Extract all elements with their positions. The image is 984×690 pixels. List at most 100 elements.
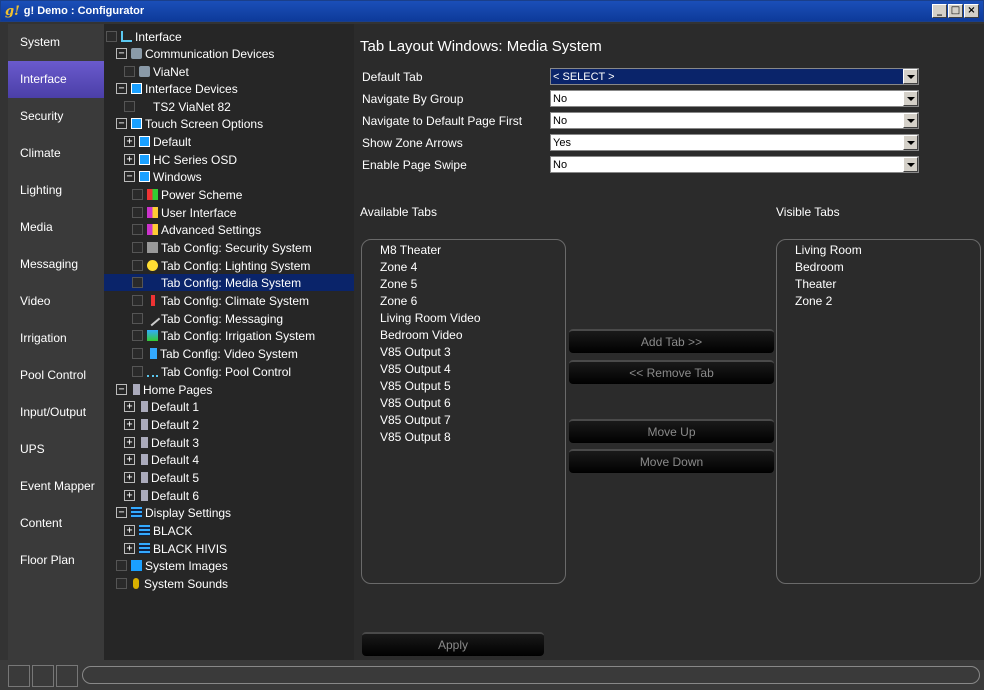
expand-icon[interactable]: + [124, 419, 135, 430]
collapse-icon[interactable]: − [116, 384, 127, 395]
chevron-down-icon[interactable] [903, 135, 918, 150]
tree-node[interactable]: System Images [116, 557, 228, 574]
nav-item-pool-control[interactable]: Pool Control [8, 357, 104, 394]
tree-node[interactable]: + Default 1 [124, 398, 199, 415]
move-up-button[interactable]: Move Up [569, 419, 774, 443]
checkbox[interactable] [132, 348, 143, 359]
navigate-default-page-select[interactable]: No [550, 112, 919, 129]
tree-node[interactable]: Tab Config: Video System [132, 345, 298, 362]
nav-item-content[interactable]: Content [8, 505, 104, 542]
enable-page-swipe-select[interactable]: No [550, 156, 919, 173]
close-button[interactable]: × [964, 4, 979, 18]
move-down-button[interactable]: Move Down [569, 449, 774, 473]
tree-node[interactable]: − Home Pages [116, 381, 212, 398]
remove-tab-button[interactable]: << Remove Tab [569, 360, 774, 384]
nav-item-interface[interactable]: Interface [8, 61, 104, 98]
tree-node[interactable]: + HC Series OSD [124, 151, 237, 168]
checkbox[interactable] [132, 366, 143, 377]
tree-node[interactable]: Interface [106, 28, 182, 45]
nav-item-messaging[interactable]: Messaging [8, 246, 104, 283]
nav-item-system[interactable]: System [8, 24, 104, 61]
list-item[interactable]: V85 Output 5 [362, 378, 565, 395]
checkbox[interactable] [106, 31, 117, 42]
tree-node[interactable]: + BLACK [124, 522, 192, 539]
tree-node[interactable]: + Default 6 [124, 487, 199, 504]
chevron-down-icon[interactable] [903, 157, 918, 172]
tree-node[interactable]: + Default 5 [124, 469, 199, 486]
nav-item-lighting[interactable]: Lighting [8, 172, 104, 209]
checkbox[interactable] [116, 578, 127, 589]
tree-node[interactable]: Tab Config: Security System [132, 239, 312, 256]
tree-node[interactable]: + Default 3 [124, 434, 199, 451]
list-item[interactable]: Zone 4 [362, 259, 565, 276]
tree-node[interactable]: Tab Config: Climate System [132, 292, 309, 309]
checkbox[interactable] [132, 224, 143, 235]
list-item[interactable]: Living Room Video [362, 310, 565, 327]
tree-node[interactable]: Tab Config: Pool Control [132, 363, 291, 380]
list-item[interactable]: Bedroom Video [362, 327, 565, 344]
apply-button[interactable]: Apply [362, 632, 544, 656]
expand-icon[interactable]: + [124, 136, 135, 147]
list-item[interactable]: V85 Output 7 [362, 412, 565, 429]
tree-node[interactable]: + Default 4 [124, 451, 199, 468]
tree-node[interactable]: ViaNet [124, 63, 189, 80]
list-item[interactable]: V85 Output 6 [362, 395, 565, 412]
expand-icon[interactable]: + [124, 472, 135, 483]
tree-node[interactable]: User Interface [132, 204, 236, 221]
tree-node[interactable]: Tab Config: Lighting System [132, 257, 310, 274]
nav-item-floor-plan[interactable]: Floor Plan [8, 542, 104, 579]
checkbox[interactable] [132, 277, 143, 288]
checkbox[interactable] [132, 260, 143, 271]
show-zone-arrows-select[interactable]: Yes [550, 134, 919, 151]
checkbox[interactable] [132, 189, 143, 200]
visible-tabs-list[interactable]: Living Room Bedroom Theater Zone 2 [776, 239, 981, 584]
tree-node[interactable]: TS2 ViaNet 82 [124, 98, 231, 115]
expand-icon[interactable]: + [124, 454, 135, 465]
checkbox[interactable] [124, 101, 135, 112]
collapse-icon[interactable]: − [124, 171, 135, 182]
list-item[interactable]: Living Room [777, 242, 980, 259]
checkbox[interactable] [132, 207, 143, 218]
tree-node[interactable]: − Display Settings [116, 504, 231, 521]
collapse-icon[interactable]: − [116, 507, 127, 518]
checkbox[interactable] [124, 66, 135, 77]
nav-item-ups[interactable]: UPS [8, 431, 104, 468]
expand-icon[interactable]: + [124, 154, 135, 165]
available-tabs-list[interactable]: M8 Theater Zone 4 Zone 5 Zone 6 Living R… [361, 239, 566, 584]
tree-node[interactable]: − Touch Screen Options [116, 115, 263, 132]
collapse-icon[interactable]: − [116, 83, 127, 94]
nav-item-video[interactable]: Video [8, 283, 104, 320]
chevron-down-icon[interactable] [903, 69, 918, 84]
expand-icon[interactable]: + [124, 437, 135, 448]
list-item[interactable]: V85 Output 3 [362, 344, 565, 361]
nav-item-event-mapper[interactable]: Event Mapper [8, 468, 104, 505]
tree-node[interactable]: − Windows [124, 168, 202, 185]
nav-item-irrigation[interactable]: Irrigation [8, 320, 104, 357]
tree-node[interactable]: Tab Config: Irrigation System [132, 327, 315, 344]
tree-node[interactable]: Tab Config: Messaging [132, 310, 283, 327]
collapse-icon[interactable]: − [116, 118, 127, 129]
tree-node[interactable]: System Sounds [116, 575, 228, 592]
chevron-down-icon[interactable] [903, 91, 918, 106]
tree-node[interactable]: + BLACK HIVIS [124, 540, 227, 557]
checkbox[interactable] [132, 295, 143, 306]
expand-icon[interactable]: + [124, 525, 135, 536]
minimize-button[interactable]: _ [932, 4, 947, 18]
checkbox[interactable] [132, 330, 143, 341]
nav-item-climate[interactable]: Climate [8, 135, 104, 172]
maximize-button[interactable]: □ [948, 4, 963, 18]
list-item[interactable]: M8 Theater [362, 242, 565, 259]
navigate-by-group-select[interactable]: No [550, 90, 919, 107]
list-item[interactable]: V85 Output 4 [362, 361, 565, 378]
list-item[interactable]: Bedroom [777, 259, 980, 276]
list-item[interactable]: V85 Output 8 [362, 429, 565, 446]
nav-item-security[interactable]: Security [8, 98, 104, 135]
list-item[interactable]: Zone 6 [362, 293, 565, 310]
tree-node[interactable]: Power Scheme [132, 186, 242, 203]
tree-node-selected[interactable]: Tab Config: Media System [104, 274, 354, 291]
tree-node[interactable]: Advanced Settings [132, 221, 261, 238]
nav-item-media[interactable]: Media [8, 209, 104, 246]
list-item[interactable]: Theater [777, 276, 980, 293]
tree-node[interactable]: + Default [124, 133, 191, 150]
expand-icon[interactable]: + [124, 543, 135, 554]
